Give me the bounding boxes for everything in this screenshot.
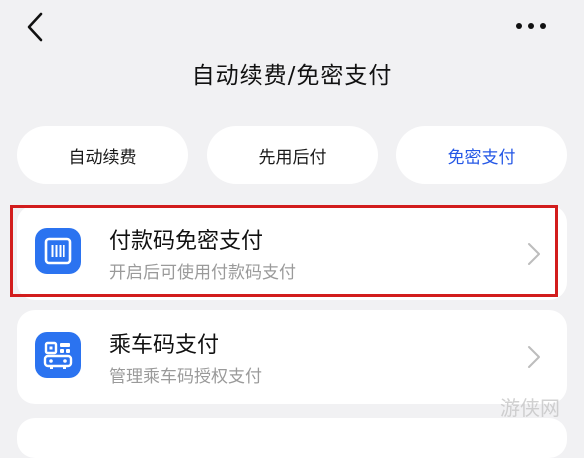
chevron-right-icon — [528, 346, 540, 368]
item-title: 乘车码支付 — [109, 333, 220, 358]
tab-bar: 自动续费 先用后付 免密支付 — [17, 126, 567, 184]
more-button[interactable] — [512, 16, 552, 36]
payment-code-icon — [35, 228, 81, 274]
transit-qr-icon — [35, 332, 81, 378]
list-item-payment-code[interactable]: 付款码免密支付 开启后可使用付款码支付 — [17, 205, 567, 300]
page-title: 自动续费/免密支付 — [191, 63, 393, 89]
tab-password-free-payment[interactable]: 免密支付 — [396, 126, 567, 184]
top-bar — [0, 0, 584, 60]
watermark: 游侠网 — [500, 396, 560, 420]
chevron-left-icon — [27, 12, 43, 42]
more-horizontal-icon — [516, 23, 546, 29]
list-item-transit-code[interactable]: 乘车码支付 管理乘车码授权支付 — [17, 310, 567, 404]
item-title: 付款码免密支付 — [109, 229, 264, 254]
tab-auto-renewal[interactable]: 自动续费 — [17, 126, 188, 184]
back-button[interactable] — [22, 10, 52, 44]
chevron-right-icon — [528, 243, 540, 265]
item-subtitle: 开启后可使用付款码支付 — [109, 263, 296, 283]
item-subtitle: 管理乘车码授权支付 — [109, 367, 262, 387]
list-item-partial[interactable] — [17, 418, 567, 458]
tab-pay-later[interactable]: 先用后付 — [207, 126, 378, 184]
